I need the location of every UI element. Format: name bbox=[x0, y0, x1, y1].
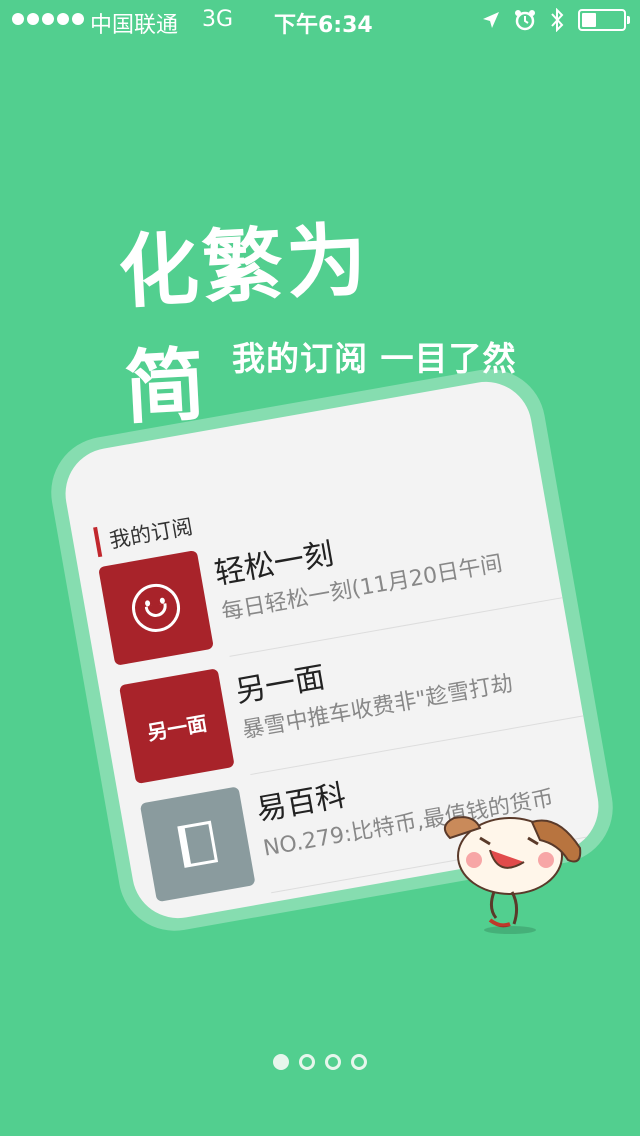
alarm-clock-icon bbox=[515, 10, 535, 31]
signal-strength-icon bbox=[12, 13, 84, 25]
status-icons bbox=[482, 8, 630, 32]
headline: 化繁为简 bbox=[116, 212, 373, 436]
battery-icon bbox=[578, 9, 630, 31]
mascot-dog-illustration bbox=[443, 816, 582, 934]
page-dot[interactable] bbox=[299, 1054, 315, 1070]
network-type: 3G bbox=[202, 7, 234, 32]
page-dot[interactable] bbox=[273, 1054, 289, 1070]
smiley-icon bbox=[128, 580, 184, 636]
section-title: 我的订阅 bbox=[93, 510, 195, 558]
page-dot[interactable] bbox=[351, 1054, 367, 1070]
page-dot[interactable] bbox=[325, 1054, 341, 1070]
carrier-name: 中国联通 bbox=[90, 13, 179, 38]
item-thumbnail bbox=[98, 549, 214, 666]
welcome-screen: 中国联通 3G 下午6:34 化繁为简 我的订阅 一目了然 我的订阅 轻松一刻 … bbox=[0, 0, 640, 1136]
status-bar: 中国联通 3G 下午6:34 bbox=[0, 0, 640, 40]
bluetooth-icon bbox=[551, 8, 564, 32]
item-thumbnail bbox=[139, 786, 256, 903]
location-arrow-icon bbox=[483, 12, 499, 28]
item-thumbnail: 另一面 bbox=[118, 668, 235, 785]
page-indicator[interactable] bbox=[0, 1054, 640, 1070]
book-icon bbox=[177, 820, 219, 868]
the-other-side-logo: 另一面 bbox=[145, 710, 209, 745]
clock: 下午6:34 bbox=[274, 13, 373, 38]
